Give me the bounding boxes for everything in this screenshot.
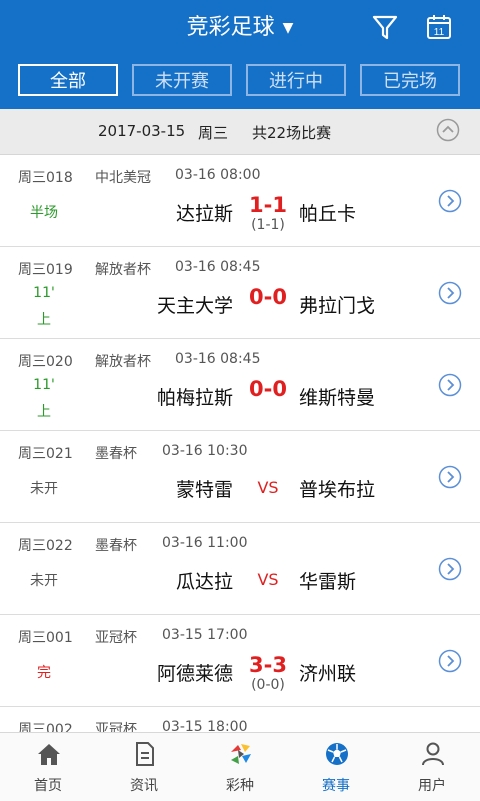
chevron-right-icon[interactable] <box>438 557 462 581</box>
match-time: 03-16 11:00 <box>162 535 248 551</box>
tab-matches-label: 赛事 <box>322 778 350 794</box>
tab-user-label: 用户 <box>418 778 446 794</box>
app-header: 竞彩足球 ▼ 11 全部 未开赛 进行中 已完场 <box>0 0 480 109</box>
news-icon <box>136 742 154 766</box>
tab-not-started[interactable]: 未开赛 <box>132 64 232 96</box>
match-score: 0-0 <box>249 377 287 401</box>
match-time: 03-16 08:00 <box>175 167 261 183</box>
match-minute: 11' <box>33 285 55 301</box>
tab-home[interactable]: 首页 <box>0 733 96 801</box>
match-row[interactable]: 周三021 墨春杯 03-16 10:30 未开 蒙特雷 VS 普埃布拉 <box>0 431 480 523</box>
tab-news[interactable]: 资讯 <box>96 733 192 801</box>
match-status: 完 <box>37 665 51 681</box>
group-match-count: 共22场比赛 <box>252 124 332 142</box>
home-team: 瓜达拉 <box>175 571 233 593</box>
match-league: 墨春杯 <box>95 446 137 462</box>
match-score: 3-3 <box>249 653 287 677</box>
date-group-header[interactable]: 2017-03-15 周三 共22场比赛 <box>0 109 480 155</box>
half-time-score: (1-1) <box>251 217 285 233</box>
page-title-dropdown[interactable]: 竞彩足球 ▼ <box>0 0 480 56</box>
match-league: 墨春杯 <box>95 538 137 554</box>
tab-in-progress[interactable]: 进行中 <box>246 64 346 96</box>
match-row[interactable]: 周三018 中北美冠 03-16 08:00 半场 达拉斯 1-1 (1-1) 帕丘卡 <box>0 155 480 247</box>
match-number: 周三022 <box>18 538 73 554</box>
match-number: 周三021 <box>18 446 73 462</box>
match-time: 03-15 17:00 <box>162 627 248 643</box>
match-score: 0-0 <box>249 285 287 309</box>
away-team: 济州联 <box>299 663 357 685</box>
chevron-right-icon[interactable] <box>438 189 462 213</box>
home-icon <box>38 744 60 765</box>
tab-lottery-label: 彩种 <box>226 778 254 794</box>
chevron-right-icon[interactable] <box>438 649 462 673</box>
chevron-down-icon: ▼ <box>282 20 294 36</box>
match-row[interactable]: 周三001 亚冠杯 03-15 17:00 完 阿德莱德 3-3 (0-0) 济州联 <box>0 615 480 707</box>
match-status: 半场 <box>30 205 58 221</box>
chevron-right-icon[interactable] <box>438 373 462 397</box>
match-league: 中北美冠 <box>95 170 151 186</box>
match-row[interactable]: 周三002 亚冠杯 03-15 18:00 <box>0 707 480 732</box>
match-list: 周三018 中北美冠 03-16 08:00 半场 达拉斯 1-1 (1-1) 帕丘卡 周三01… <box>0 155 480 732</box>
match-time: 03-16 08:45 <box>175 259 261 275</box>
bottom-tab-bar: 首页 资讯 彩种 赛事 用户 <box>0 732 480 801</box>
calendar-day: 11 <box>434 27 445 38</box>
half-time-score: (0-0) <box>251 677 285 693</box>
tab-user[interactable]: 用户 <box>384 733 480 801</box>
away-team: 维斯特曼 <box>299 387 376 409</box>
tab-finished[interactable]: 已完场 <box>360 64 460 96</box>
tab-all[interactable]: 全部 <box>18 64 118 96</box>
match-minute: 11' <box>33 377 55 393</box>
tab-matches[interactable]: 赛事 <box>288 733 384 801</box>
filter-icon[interactable] <box>370 12 400 42</box>
chevron-right-icon[interactable] <box>438 465 462 489</box>
home-team: 阿德莱德 <box>156 663 233 685</box>
away-team: 华雷斯 <box>299 571 357 593</box>
match-row[interactable]: 周三022 墨春杯 03-16 11:00 未开 瓜达拉 VS 华雷斯 <box>0 523 480 615</box>
match-number: 周三020 <box>18 354 73 370</box>
match-status: 未开 <box>30 573 58 589</box>
match-number: 周三002 <box>18 722 73 732</box>
match-score: VS <box>257 478 279 497</box>
match-league: 亚冠杯 <box>95 722 137 732</box>
collapse-up-icon[interactable] <box>436 118 460 142</box>
status-filter-bar: 全部 未开赛 进行中 已完场 <box>0 56 480 109</box>
calendar-icon[interactable]: 11 <box>424 12 454 42</box>
match-period: 上 <box>37 312 51 328</box>
football-icon <box>326 743 348 765</box>
match-time: 03-15 18:00 <box>162 719 248 732</box>
page-title: 竞彩足球 <box>186 15 275 40</box>
match-row[interactable]: 周三020 解放者杯 03-16 08:45 11' 上 帕梅拉斯 0-0 维斯特曼 <box>0 339 480 431</box>
match-score: 1-1 <box>249 193 287 217</box>
match-league: 解放者杯 <box>95 262 151 278</box>
lottery-icon <box>231 744 251 764</box>
away-team: 弗拉门戈 <box>299 295 376 317</box>
home-team: 天主大学 <box>156 295 233 317</box>
group-weekday: 周三 <box>198 124 229 142</box>
tab-lottery[interactable]: 彩种 <box>192 733 288 801</box>
tab-news-label: 资讯 <box>130 778 158 794</box>
match-period: 上 <box>37 404 51 420</box>
tab-home-label: 首页 <box>34 778 62 794</box>
home-team: 达拉斯 <box>175 203 233 225</box>
home-team: 蒙特雷 <box>175 479 233 501</box>
away-team: 普埃布拉 <box>299 479 376 501</box>
match-score: VS <box>257 570 279 589</box>
match-league: 亚冠杯 <box>95 630 137 646</box>
match-league: 解放者杯 <box>95 354 151 370</box>
user-icon <box>422 742 444 766</box>
match-time: 03-16 10:30 <box>162 443 248 459</box>
home-team: 帕梅拉斯 <box>156 387 233 409</box>
match-status: 未开 <box>30 481 58 497</box>
match-number: 周三018 <box>18 170 73 186</box>
group-date: 2017-03-15 <box>98 122 186 140</box>
chevron-right-icon[interactable] <box>438 281 462 305</box>
match-number: 周三001 <box>18 630 73 646</box>
match-number: 周三019 <box>18 262 73 278</box>
away-team: 帕丘卡 <box>299 203 357 225</box>
match-time: 03-16 08:45 <box>175 351 261 367</box>
match-row[interactable]: 周三019 解放者杯 03-16 08:45 11' 上 天主大学 0-0 弗拉门戈 <box>0 247 480 339</box>
